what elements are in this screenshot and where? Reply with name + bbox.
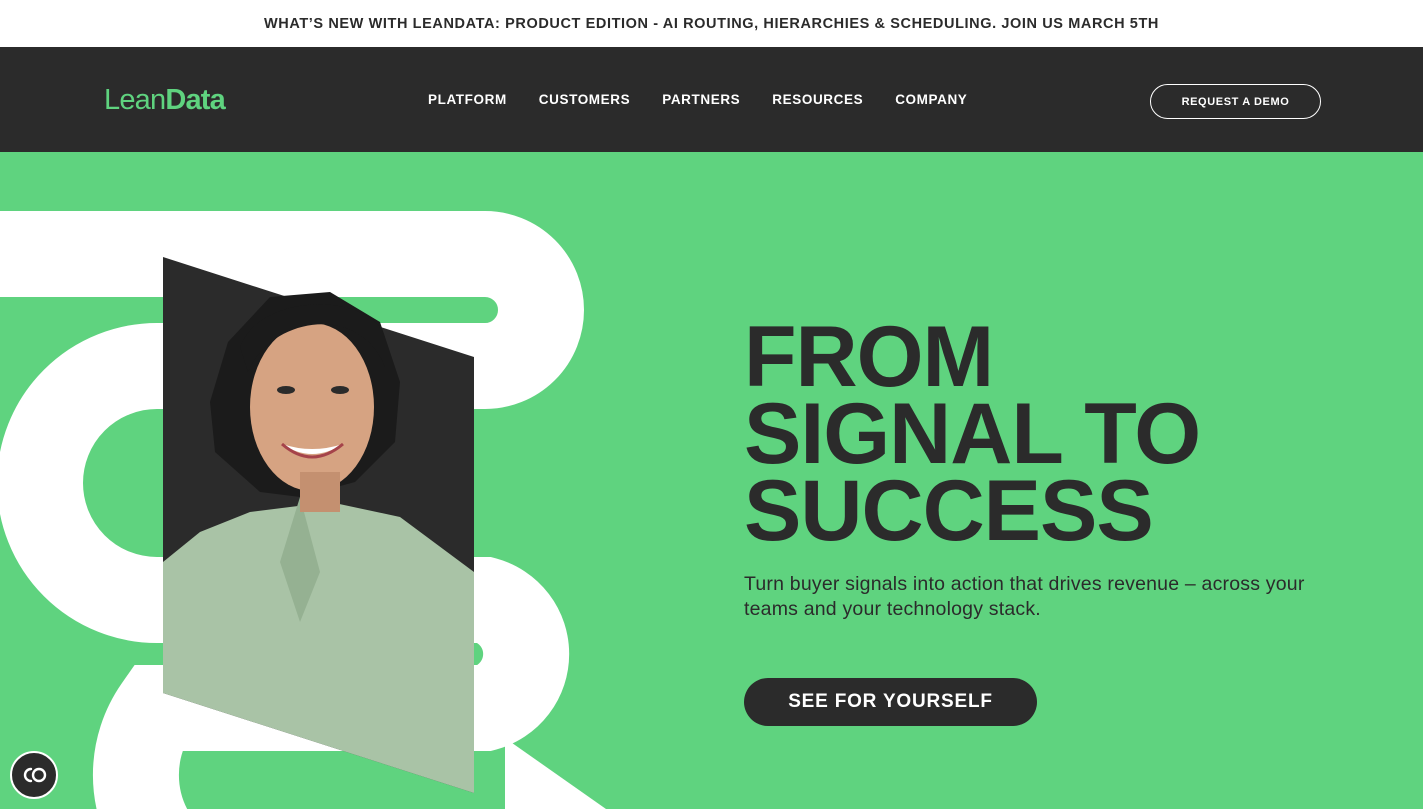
hero-subtext: Turn buyer signals into action that driv…	[744, 573, 1305, 620]
nav-item-partners[interactable]: PARTNERS	[662, 90, 740, 110]
announcement-bar: WHAT’S NEW WITH LEANDATA: PRODUCT EDITIO…	[0, 0, 1423, 47]
accessibility-toggle-button[interactable]	[10, 751, 58, 799]
nav-item-platform[interactable]: PLATFORM	[428, 90, 507, 110]
headline-line-2: SIGNAL TO	[744, 386, 1201, 482]
nav-item-resources[interactable]: RESOURCES	[772, 90, 863, 110]
accessibility-toggle-icon	[23, 767, 47, 783]
headline-line-3: SUCCESS	[744, 463, 1154, 559]
announcement-link[interactable]: WHAT’S NEW WITH LEANDATA: PRODUCT EDITIO…	[264, 16, 1159, 32]
see-for-yourself-button[interactable]: SEE FOR YOURSELF	[744, 678, 1037, 726]
headline-line-1: FROM	[744, 309, 994, 405]
hero-headline: FROM SIGNAL TO SUCCESS	[744, 309, 1404, 559]
request-demo-button[interactable]: REQUEST A DEMO	[1150, 84, 1321, 119]
hero-illustration	[0, 211, 606, 809]
arrow-head-shape	[505, 738, 606, 809]
nav-item-company[interactable]: COMPANY	[895, 90, 967, 110]
hero-section: FROM SIGNAL TO SUCCESS Turn buyer signal…	[0, 152, 1423, 809]
main-navigation: LeanData PLATFORM CUSTOMERS PARTNERS RES…	[0, 47, 1423, 152]
nav-item-customers[interactable]: CUSTOMERS	[539, 90, 630, 110]
leandata-logo[interactable]: LeanData	[104, 83, 226, 117]
primary-menu: PLATFORM CUSTOMERS PARTNERS RESOURCES CO…	[428, 90, 967, 110]
